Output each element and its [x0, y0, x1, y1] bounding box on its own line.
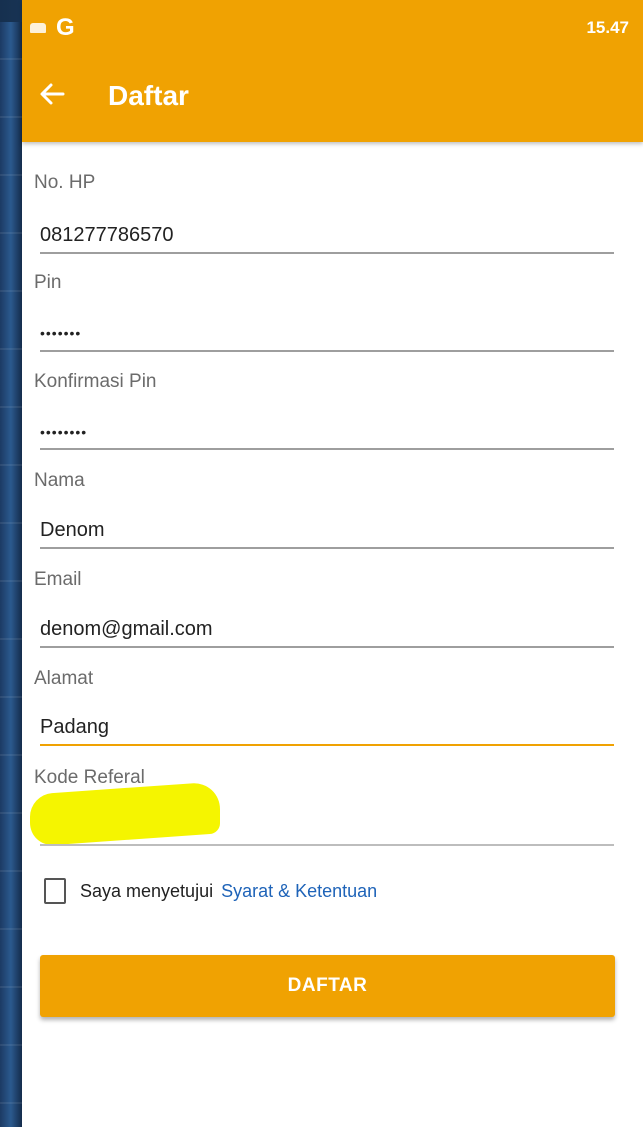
pin-input[interactable] [40, 318, 614, 348]
referral-label: Kode Referal [34, 767, 145, 788]
confirm-pin-label: Konfirmasi Pin [34, 371, 157, 392]
name-input[interactable] [40, 515, 614, 545]
app-bar: G 15.47 Daftar [22, 0, 643, 142]
address-label: Alamat [34, 668, 94, 689]
terms-row: Saya menyetujui Syarat & Ketentuan [44, 878, 377, 904]
confirm-pin-field: Konfirmasi Pin [34, 371, 616, 457]
name-label: Nama [34, 470, 85, 491]
pin-field: Pin [34, 272, 616, 358]
phone-field: No. HP [34, 172, 616, 258]
status-bar-left: G [30, 14, 75, 42]
address-field: Alamat [34, 668, 616, 754]
terms-text: Saya menyetujui [80, 880, 214, 901]
email-input[interactable] [40, 614, 614, 644]
email-underline [40, 646, 614, 648]
referral-input[interactable] [40, 811, 614, 841]
phone-label: No. HP [34, 172, 96, 193]
referral-field: Kode Referal [34, 767, 616, 853]
address-underline [40, 744, 614, 746]
notification-icon [30, 23, 46, 33]
name-underline [40, 547, 614, 549]
app-g-icon: G [56, 14, 75, 41]
page-title: Daftar [108, 80, 189, 111]
back-button[interactable] [36, 78, 68, 110]
phone-underline [40, 252, 614, 254]
app-screen: G 15.47 Daftar No. HP Pin Konfirmasi Pin… [22, 0, 643, 1127]
email-label: Email [34, 569, 82, 590]
confirm-pin-underline [40, 448, 614, 450]
background-left [0, 0, 24, 1127]
pin-underline [40, 350, 614, 352]
terms-link[interactable]: Syarat & Ketentuan [221, 881, 377, 902]
phone-input[interactable] [40, 220, 614, 250]
arrow-left-icon [40, 83, 65, 105]
email-field: Email [34, 569, 616, 655]
name-field: Nama [34, 470, 616, 556]
pin-label: Pin [34, 272, 62, 293]
status-time: 15.47 [586, 18, 629, 37]
address-input[interactable] [40, 712, 614, 742]
daftar-button[interactable]: DAFTAR [40, 955, 615, 1017]
terms-checkbox[interactable] [44, 878, 66, 904]
referral-underline [40, 844, 614, 846]
confirm-pin-input[interactable] [40, 417, 614, 447]
